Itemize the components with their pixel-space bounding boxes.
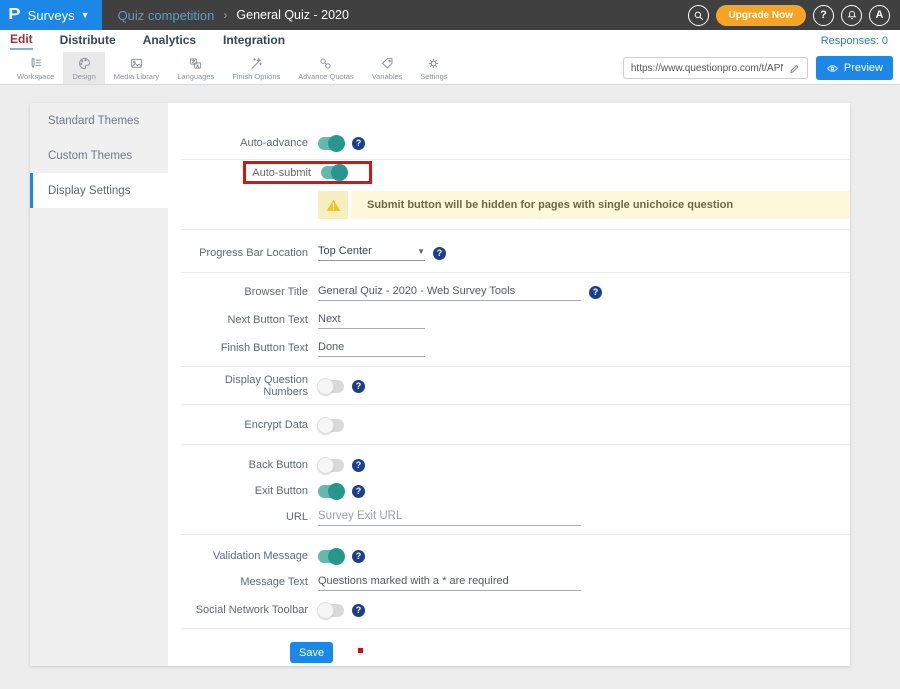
edit-toolbar: Workspace Design Media Library Languages…: [0, 52, 900, 85]
dropdown-caret-icon: ▼: [417, 247, 425, 256]
auto-advance-toggle[interactable]: [318, 137, 344, 150]
survey-url-field[interactable]: [623, 57, 808, 79]
questionpro-logo-icon: P: [8, 6, 20, 24]
browser-title-help-icon[interactable]: ?: [589, 286, 602, 299]
back-button-toggle[interactable]: [318, 459, 344, 472]
social-network-toolbar-label: Social Network Toolbar: [181, 604, 308, 616]
toolbar-item-variables[interactable]: Variables: [363, 52, 412, 84]
tag-icon: [380, 56, 395, 71]
pen-list-icon: [28, 56, 43, 71]
social-network-toolbar-help-icon[interactable]: ?: [352, 604, 365, 617]
toolbar-item-advance-quotas[interactable]: Advance Quotas: [289, 52, 362, 84]
exit-button-label: Exit Button: [181, 485, 308, 497]
progress-bar-help-icon[interactable]: ?: [433, 247, 446, 260]
exit-url-input[interactable]: [318, 509, 581, 526]
auto-submit-toggle[interactable]: [321, 166, 347, 179]
survey-url-input[interactable]: [631, 63, 783, 74]
exit-url-label: URL: [181, 511, 308, 523]
auto-advance-help-icon[interactable]: ?: [352, 137, 365, 150]
surveys-menu[interactable]: Surveys ▼: [28, 8, 90, 23]
pencil-edit-icon[interactable]: [789, 63, 800, 74]
toolbar-item-settings[interactable]: Settings: [411, 52, 456, 84]
back-button-label: Back Button: [181, 459, 308, 471]
next-button-text-input[interactable]: [318, 312, 425, 329]
tab-edit[interactable]: Edit: [10, 32, 33, 50]
display-question-numbers-toggle[interactable]: [318, 380, 344, 393]
design-sidebar: Standard Themes Custom Themes Display Se…: [30, 103, 168, 666]
search-icon: [693, 10, 704, 21]
toolbar-item-design[interactable]: Design: [63, 52, 104, 84]
display-settings-form: Auto-advance ? Auto-submit: [168, 103, 850, 666]
warning-banner: Submit button will be hidden for pages w…: [318, 191, 850, 219]
tab-analytics[interactable]: Analytics: [143, 33, 196, 49]
message-text-input[interactable]: [318, 574, 581, 591]
toolbar-item-finish-options[interactable]: Finish Options: [223, 52, 289, 84]
auto-submit-label: Auto-submit: [246, 167, 311, 179]
sidebar-item-display-settings[interactable]: Display Settings: [30, 173, 168, 208]
brand-area[interactable]: P Surveys ▼: [0, 0, 102, 30]
message-text-label: Message Text: [181, 576, 308, 588]
search-button[interactable]: [688, 5, 709, 26]
validation-message-toggle[interactable]: [318, 550, 344, 563]
breadcrumb-survey-name: General Quiz - 2020: [236, 8, 349, 22]
toolbar-item-workspace[interactable]: Workspace: [8, 52, 63, 84]
tab-distribute[interactable]: Distribute: [60, 33, 116, 49]
image-icon: [129, 56, 144, 71]
finish-button-text-label: Finish Button Text: [181, 342, 308, 354]
back-button-help-icon[interactable]: ?: [352, 459, 365, 472]
progress-bar-location-select[interactable]: Top Center ▼: [318, 245, 425, 261]
palette-icon: [77, 56, 92, 71]
survey-nav-tabs: Edit Distribute Analytics Integration Re…: [0, 30, 900, 52]
chain-links-icon: [318, 56, 333, 71]
magic-wand-icon: [249, 56, 264, 71]
breadcrumb-folder[interactable]: Quiz competition: [118, 8, 215, 23]
tab-integration[interactable]: Integration: [223, 33, 285, 49]
breadcrumb-separator: ›: [223, 8, 227, 22]
breadcrumb: Quiz competition › General Quiz - 2020: [118, 8, 349, 23]
next-button-text-label: Next Button Text: [181, 314, 308, 326]
finish-button-text-input[interactable]: [318, 340, 425, 357]
validation-message-help-icon[interactable]: ?: [352, 550, 365, 563]
progress-bar-location-label: Progress Bar Location: [181, 247, 308, 259]
save-row: Save: [181, 629, 850, 666]
toolbar-item-languages[interactable]: Languages: [168, 52, 223, 84]
encrypt-data-label: Encrypt Data: [181, 419, 308, 431]
help-button[interactable]: ?: [813, 5, 834, 26]
notifications-button[interactable]: [841, 5, 862, 26]
save-button[interactable]: Save: [290, 642, 333, 663]
display-question-numbers-label: Display Question Numbers: [181, 374, 308, 398]
surveys-menu-label: Surveys: [28, 8, 75, 23]
exit-button-toggle[interactable]: [318, 485, 344, 498]
warning-triangle-icon: [326, 198, 341, 212]
chevron-down-icon: ▼: [81, 10, 90, 20]
sidebar-item-custom-themes[interactable]: Custom Themes: [30, 138, 168, 173]
bell-icon: [846, 9, 858, 21]
display-question-numbers-help-icon[interactable]: ?: [352, 380, 365, 393]
encrypt-data-toggle[interactable]: [318, 419, 344, 432]
browser-title-input[interactable]: [318, 284, 581, 301]
gear-icon: [426, 56, 441, 71]
design-panel: Standard Themes Custom Themes Display Se…: [30, 103, 850, 666]
sidebar-item-standard-themes[interactable]: Standard Themes: [30, 103, 168, 138]
red-dot-annotation: [358, 648, 363, 653]
warning-message: Submit button will be hidden for pages w…: [351, 191, 850, 219]
top-bar: P Surveys ▼ Quiz competition › General Q…: [0, 0, 900, 30]
translate-icon: [188, 56, 203, 71]
question-mark-icon: ?: [820, 9, 827, 21]
responses-count[interactable]: Responses: 0: [821, 35, 888, 47]
exit-button-help-icon[interactable]: ?: [352, 485, 365, 498]
upgrade-now-button[interactable]: Upgrade Now: [716, 5, 806, 26]
browser-title-label: Browser Title: [181, 286, 308, 298]
social-network-toolbar-toggle[interactable]: [318, 604, 344, 617]
auto-submit-annotation-box: Auto-submit: [243, 161, 372, 184]
eye-icon: [826, 63, 839, 74]
auto-advance-label: Auto-advance: [181, 137, 308, 149]
account-avatar[interactable]: A: [869, 5, 890, 26]
validation-message-label: Validation Message: [181, 550, 308, 562]
toolbar-item-media-library[interactable]: Media Library: [105, 52, 168, 84]
preview-button[interactable]: Preview: [816, 56, 893, 80]
